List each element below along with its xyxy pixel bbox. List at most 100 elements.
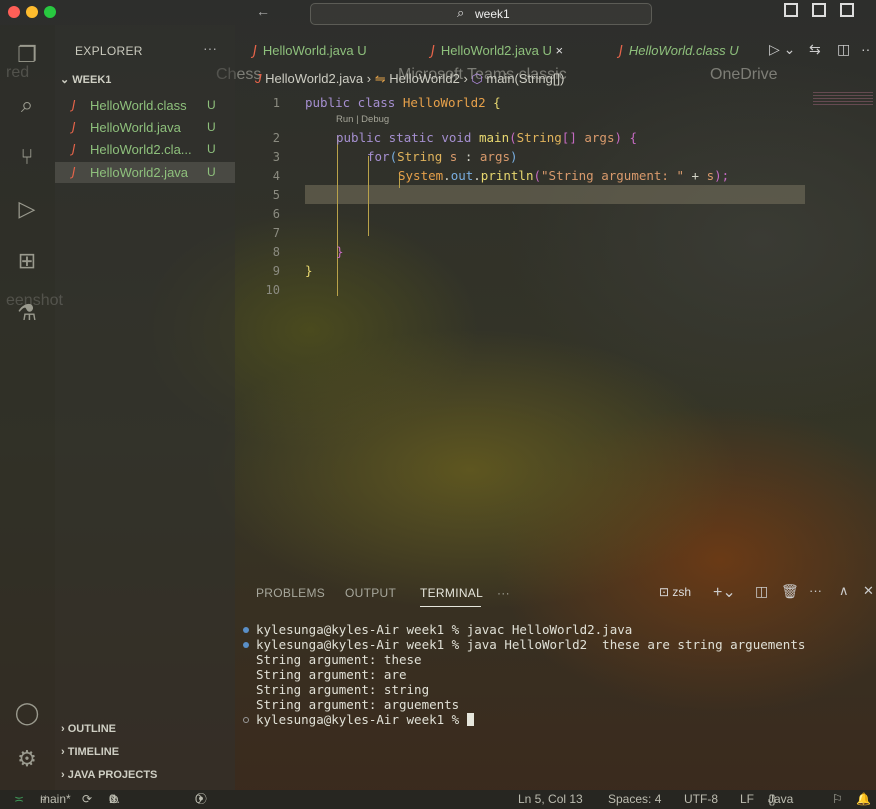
java-file-icon: J (619, 44, 623, 59)
method-symbol-icon: ⬡ (471, 71, 487, 86)
maximize-panel-icon[interactable]: ∧ (839, 583, 849, 599)
java-file-icon: J (255, 71, 266, 86)
timeline-section[interactable]: › TIMELINE (61, 746, 119, 758)
terminal-prompt[interactable]: kylesunga@kyles-Air week1 % (256, 712, 474, 727)
editor-more-actions-icon[interactable]: ·· (861, 41, 870, 57)
file-item-helloworld-class[interactable]: J HelloWorld.class U (55, 95, 235, 116)
tab-helloworld2-java[interactable]: J HelloWorld2.java U × (431, 37, 563, 64)
indentation[interactable]: Spaces: 4 (608, 790, 661, 809)
code-line-3: for(String s : args) (367, 149, 518, 164)
bottom-panel: PROBLEMS OUTPUT TERMINAL ··· ⊡ zsh +⌄ ◫ … (235, 577, 876, 790)
paren: ) (510, 149, 518, 164)
java-file-icon: J (72, 120, 76, 134)
warning-count: 0 (109, 792, 116, 806)
terminal-shell-selector[interactable]: ⊡ zsh (659, 585, 691, 599)
type-name: String (397, 149, 443, 164)
testing-icon[interactable]: ⚗ (14, 301, 40, 327)
codelens-run-debug[interactable]: Run | Debug (336, 114, 389, 125)
run-java-icon[interactable]: ▷ ⌄ (769, 41, 795, 58)
panel-more-actions-icon[interactable]: ··· (809, 583, 822, 598)
line-number: 4 (272, 169, 280, 183)
run-debug-icon[interactable]: ▷ (14, 197, 40, 223)
keyword: public static void (336, 130, 479, 145)
tab-problems[interactable]: PROBLEMS (256, 586, 325, 600)
git-status: U (207, 142, 216, 156)
tab-helloworld-java[interactable]: J HelloWorld.java U (253, 37, 367, 64)
settings-gear-icon[interactable]: ⚙ (14, 747, 40, 773)
breadcrumb-class[interactable]: HelloWorld2 (389, 71, 460, 86)
tab-output[interactable]: OUTPUT (345, 586, 396, 600)
terminal-icon: ⊡ (659, 585, 673, 599)
terminal-line: String argument: string (256, 682, 430, 697)
java-status-icon[interactable]: ⚐ (832, 790, 843, 809)
activity-bar: ❐ ⌕ ⑂ ▷ ⊞ ⚗ ◯ ⚙ (0, 25, 55, 790)
active-tab-underline (420, 606, 481, 607)
git-status: U (207, 165, 216, 179)
sync-icon[interactable]: ⟳ (82, 790, 92, 809)
split-terminal-icon[interactable]: ◫ (755, 583, 768, 600)
cursor-position[interactable]: Ln 5, Col 13 (518, 790, 583, 809)
port-count: 0 (195, 792, 202, 806)
tab-label: HelloWorld2.java (440, 43, 539, 58)
section-label: JAVA PROJECTS (67, 769, 158, 781)
prompt-text: kylesunga@kyles-Air week1 % (256, 712, 467, 727)
breadcrumb-file[interactable]: HelloWorld2.java (265, 71, 363, 86)
minimap[interactable] (813, 92, 873, 106)
current-line-highlight (305, 185, 805, 204)
zoom-window-button[interactable] (44, 6, 56, 18)
compare-changes-icon[interactable]: ⇆ (809, 41, 821, 58)
panel-more-tabs-icon[interactable]: ··· (497, 586, 510, 600)
field-name: out (450, 168, 474, 183)
extensions-icon[interactable]: ⊞ (14, 249, 40, 275)
class-symbol-icon: ⇋ (374, 71, 390, 86)
toggle-secondary-sidebar-icon[interactable] (840, 3, 854, 17)
line-ending[interactable]: LF (740, 790, 754, 809)
string-literal: "String argument: " (541, 168, 685, 183)
breadcrumb-method[interactable]: main(String[]) (486, 71, 564, 86)
toggle-panel-icon[interactable] (812, 3, 826, 17)
code-editor[interactable]: 1 2 3 4 5 6 7 8 9 10 public class HelloW… (235, 92, 876, 572)
minimize-window-button[interactable] (26, 6, 38, 18)
type-name: String (516, 130, 562, 145)
file-item-helloworld2-class[interactable]: J HelloWorld2.cla... U (55, 139, 235, 160)
account-icon[interactable]: ◯ (14, 701, 40, 727)
toggle-sidebar-icon[interactable] (784, 3, 798, 17)
dot: . (443, 168, 451, 183)
search-icon[interactable]: ⌕ (14, 93, 40, 119)
command-center-search[interactable]: ⌕ week1 (310, 3, 652, 25)
explorer-title: EXPLORER (75, 44, 143, 58)
close-panel-icon[interactable]: ✕ (863, 583, 874, 599)
terminal-line: kylesunga@kyles-Air week1 % java HelloWo… (256, 637, 806, 652)
keyword: public class (305, 95, 403, 110)
explorer-more-actions-icon[interactable]: ··· (203, 40, 217, 56)
chevron-right-icon: › (61, 723, 68, 735)
terminal-line: String argument: are (256, 667, 407, 682)
file-item-helloworld-java[interactable]: J HelloWorld.java U (55, 117, 235, 138)
folder-week1[interactable]: ⌄ WEEK1 (60, 73, 111, 86)
java-file-icon: J (72, 165, 76, 179)
editor-tabs: J HelloWorld.java U J HelloWorld2.java U ×… (235, 37, 876, 64)
notifications-icon[interactable]: 🔔 (856, 790, 871, 809)
file-item-helloworld2-java[interactable]: J HelloWorld2.java U (55, 162, 235, 183)
explorer-icon[interactable]: ❐ (14, 43, 40, 69)
java-file-icon: J (72, 98, 76, 112)
tab-terminal[interactable]: TERMINAL (420, 586, 483, 600)
close-window-button[interactable] (8, 6, 20, 18)
tab-helloworld-class[interactable]: J HelloWorld.class U (619, 37, 739, 64)
code-line-1: public class HelloWorld2 { (305, 95, 501, 110)
encoding[interactable]: UTF-8 (684, 790, 718, 809)
java-projects-section[interactable]: › JAVA PROJECTS (61, 769, 157, 781)
class-name: System (398, 168, 444, 183)
remote-indicator-icon[interactable]: ≍ (14, 790, 24, 809)
outline-section[interactable]: › OUTLINE (61, 723, 116, 735)
tab-close-icon[interactable]: × (556, 43, 564, 58)
paren: ( (389, 149, 398, 164)
tab-label: HelloWorld.java (262, 43, 354, 58)
source-control-icon[interactable]: ⑂ (14, 145, 40, 171)
new-terminal-icon[interactable]: +⌄ (713, 582, 736, 602)
split-editor-icon[interactable]: ◫ (837, 41, 850, 58)
method-name: main (479, 130, 510, 145)
kill-terminal-icon[interactable]: 🗑 (781, 583, 799, 600)
nav-back-icon[interactable]: ← (256, 3, 270, 19)
chevron-right-icon: › (61, 769, 68, 781)
